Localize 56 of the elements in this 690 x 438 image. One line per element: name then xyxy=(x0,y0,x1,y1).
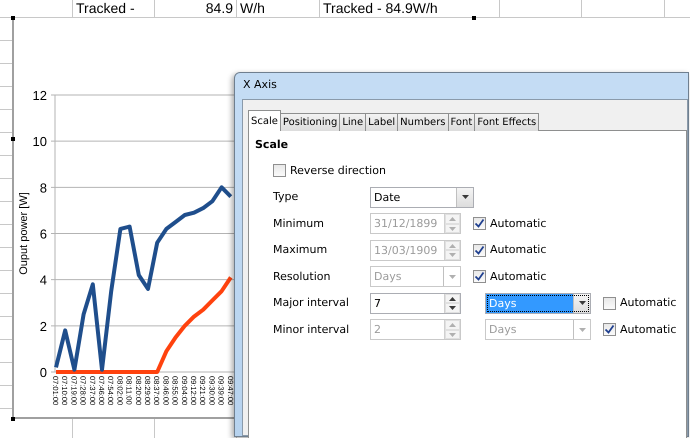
field-label: Major interval xyxy=(272,295,350,311)
checkbox-label: Automatic xyxy=(490,216,546,232)
dropdown[interactable]: Date xyxy=(370,186,474,208)
tab[interactable]: Font xyxy=(448,113,476,131)
selection-handle[interactable] xyxy=(11,16,15,20)
section-heading: Scale xyxy=(255,137,290,153)
tab[interactable]: Font Effects xyxy=(474,113,540,131)
axis-title: Ouput power [W] xyxy=(18,192,30,275)
checkbox-label: Automatic xyxy=(490,268,546,284)
axis-tick-label: 4 xyxy=(40,272,47,288)
axis-tick-label: 12 xyxy=(32,88,47,103)
down-arrow-icon xyxy=(448,274,456,279)
spin-field[interactable]: 7 xyxy=(370,292,461,314)
field-label: Resolution xyxy=(272,268,332,284)
axis-tick-label: 6 xyxy=(40,226,47,242)
selection-handle[interactable] xyxy=(11,417,15,421)
checkbox[interactable] xyxy=(473,217,486,230)
up-arrow-icon xyxy=(449,244,456,248)
axis-tick-label: 0 xyxy=(40,365,47,380)
table-cell: Tracked - xyxy=(73,0,155,17)
down-arrow-icon xyxy=(449,226,456,230)
down-arrow-icon xyxy=(449,332,456,336)
up-arrow-icon xyxy=(449,323,456,327)
down-arrow-icon xyxy=(449,306,456,310)
tab[interactable]: Positioning xyxy=(280,113,340,131)
checkbox[interactable] xyxy=(473,244,486,257)
checkbox-label: Automatic xyxy=(620,322,676,338)
tab[interactable]: Line xyxy=(339,113,366,131)
down-arrow-icon xyxy=(462,195,468,200)
checkbox-label: Reverse direction xyxy=(290,162,386,178)
tab[interactable]: Numbers xyxy=(397,113,449,131)
selection-handle[interactable] xyxy=(472,16,476,20)
selection-handle[interactable] xyxy=(11,137,15,141)
checkbox-label: Automatic xyxy=(490,242,546,258)
tab[interactable]: Scale xyxy=(248,110,281,131)
up-arrow-icon xyxy=(449,217,456,221)
axis-tick-label: 8 xyxy=(40,180,47,196)
field-label: Minimum xyxy=(272,216,325,232)
checkbox-label: Automatic xyxy=(620,295,676,311)
checkbox[interactable] xyxy=(473,270,486,284)
table-cell: 84.9 xyxy=(155,0,237,17)
up-arrow-icon xyxy=(449,296,456,300)
down-arrow-icon xyxy=(449,253,456,257)
field-label: Type xyxy=(272,189,300,205)
checkbox[interactable] xyxy=(603,323,616,336)
axis-tick-label: 10 xyxy=(32,134,47,150)
checkbox[interactable] xyxy=(273,164,286,178)
table-cell: W/h xyxy=(237,0,320,17)
down-arrow-icon xyxy=(578,328,586,332)
window-title: X Axis xyxy=(243,78,277,91)
checkbox[interactable] xyxy=(603,296,616,310)
field-label: Maximum xyxy=(272,242,328,258)
axis-tick-label: 2 xyxy=(40,318,47,334)
tab[interactable]: Label xyxy=(365,113,398,131)
down-arrow-icon xyxy=(578,301,586,306)
field-label: Minor interval xyxy=(272,322,350,338)
